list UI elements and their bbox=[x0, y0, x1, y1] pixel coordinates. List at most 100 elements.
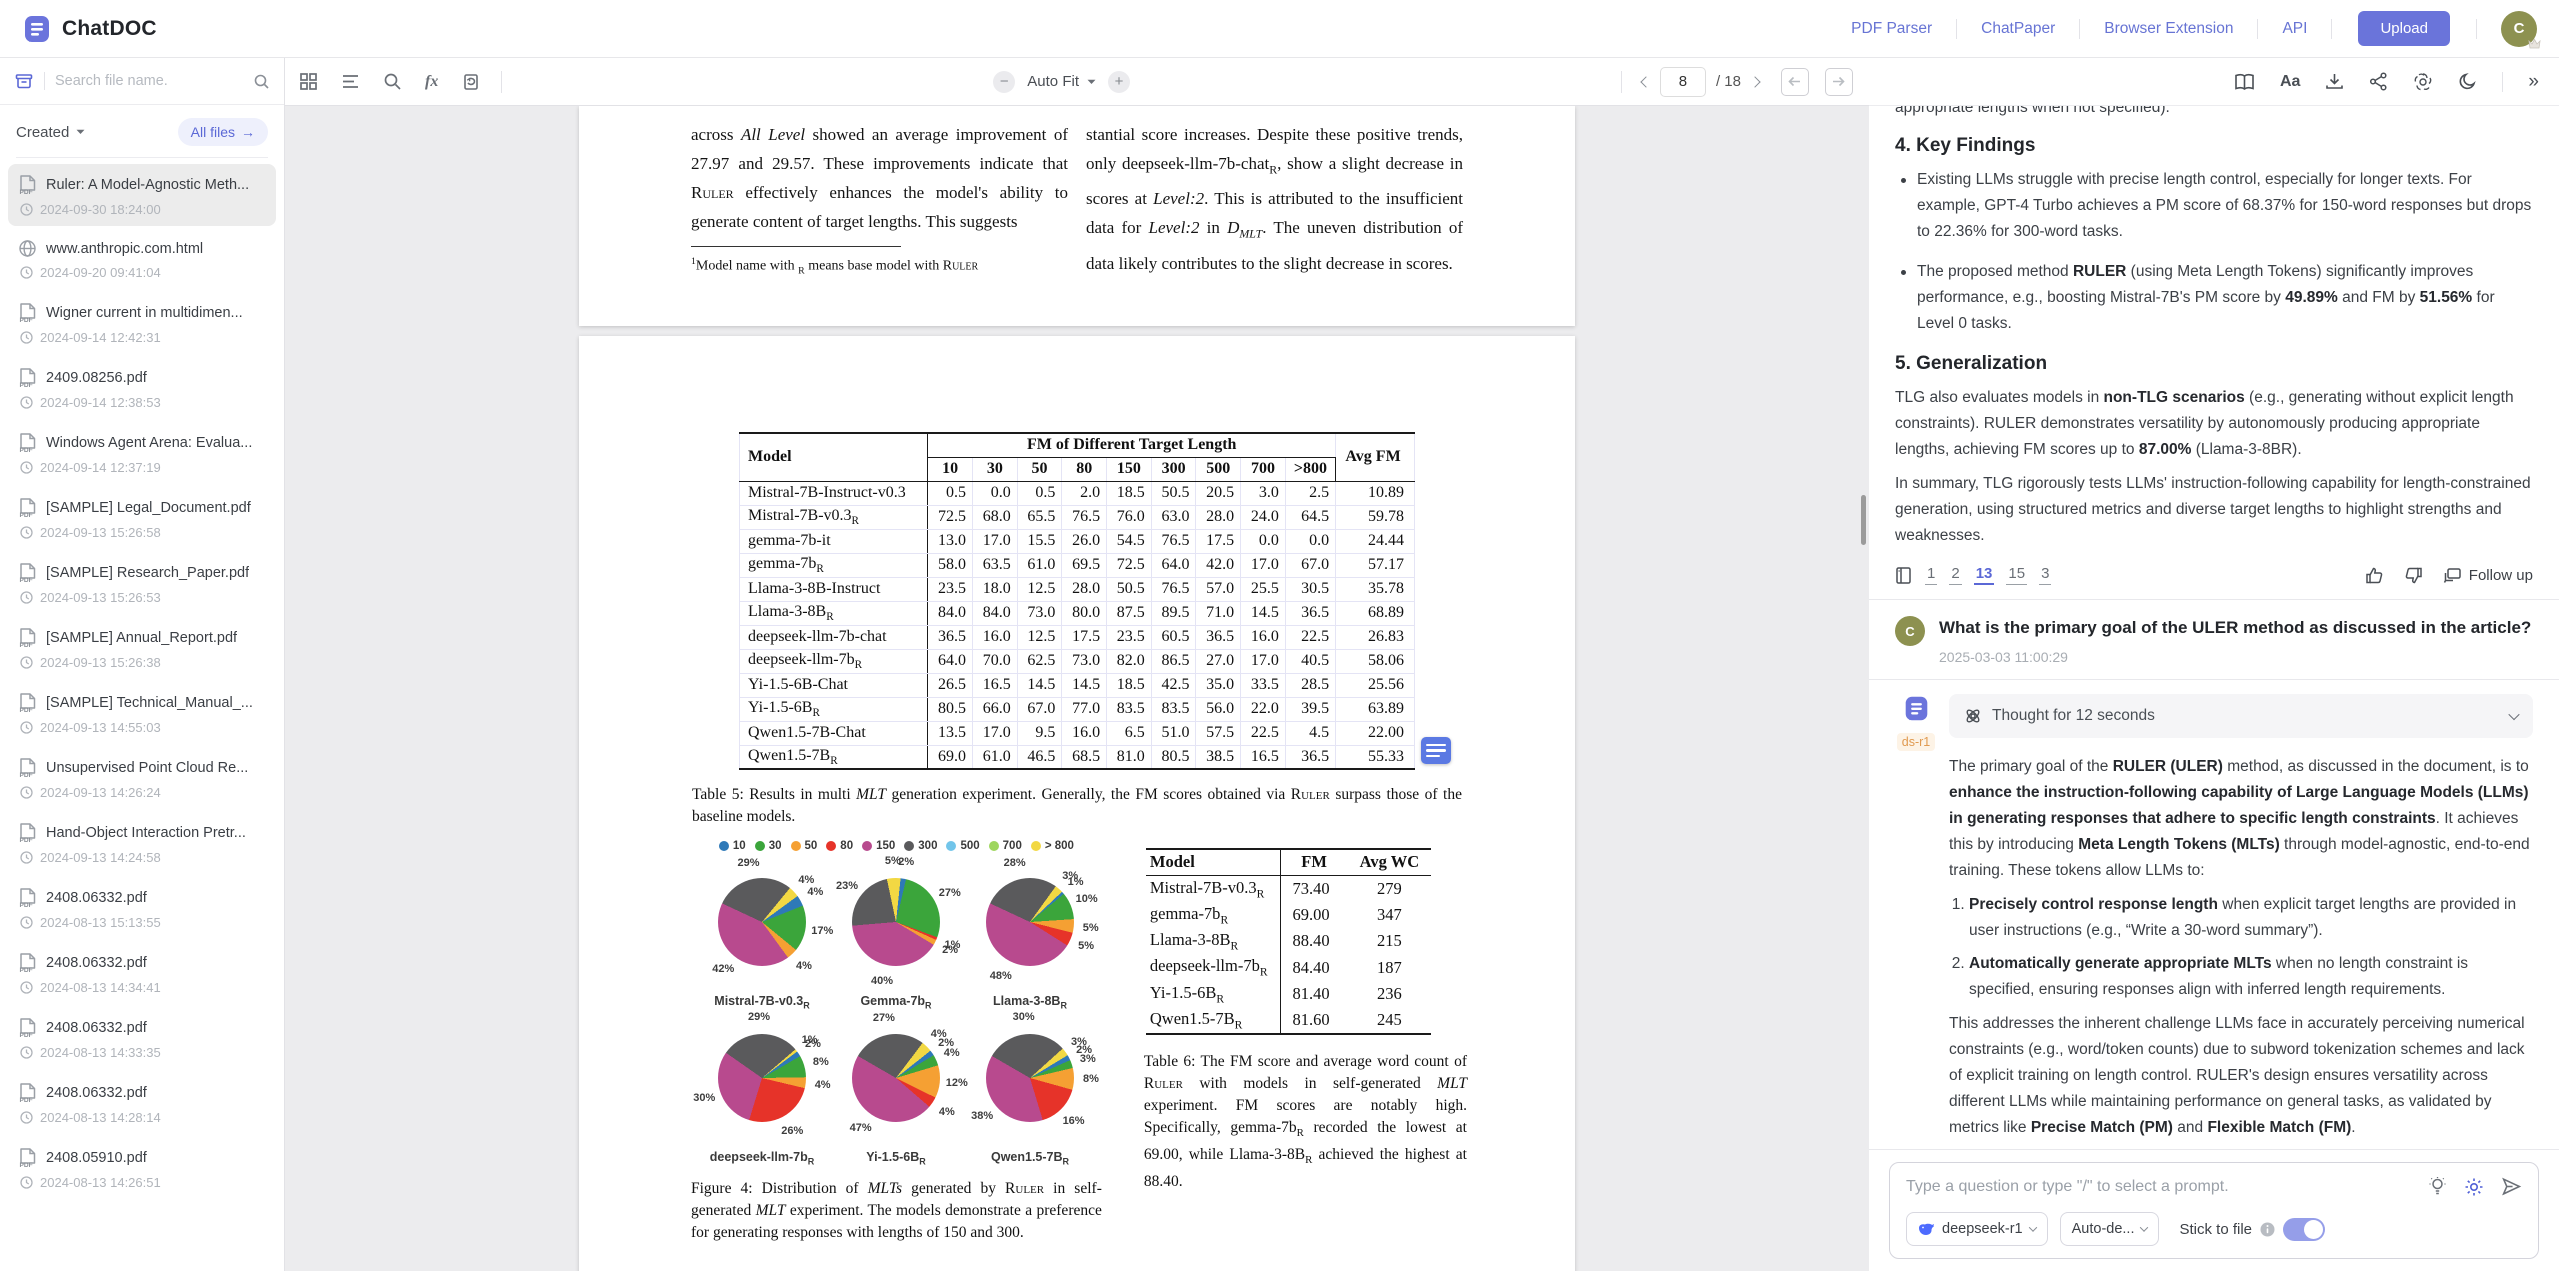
model-selector[interactable]: deepseek-r1 bbox=[1906, 1212, 2048, 1246]
zoom-controls: − Auto Fit + bbox=[993, 71, 1130, 93]
file-list-item[interactable]: PDF 2408.05910.pdf 2024-08-13 14:26:51 bbox=[8, 1137, 276, 1199]
results-table-5: ModelFM of Different Target LengthAvg FM… bbox=[739, 432, 1415, 770]
nav-link-browser-extension[interactable]: Browser Extension bbox=[2080, 20, 2257, 38]
file-date: 2024-09-13 14:24:58 bbox=[40, 850, 161, 865]
file-list-item[interactable]: PDF 2408.06332.pdf 2024-08-13 15:13:55 bbox=[8, 877, 276, 939]
file-date: 2024-08-13 15:13:55 bbox=[40, 915, 161, 930]
dark-mode-icon[interactable] bbox=[2458, 72, 2477, 91]
history-back-button[interactable] bbox=[1781, 68, 1809, 96]
file-name: Wigner current in multidimen... bbox=[46, 305, 243, 321]
search-input[interactable] bbox=[55, 73, 243, 89]
chatdoc-logo-icon bbox=[22, 14, 52, 44]
info-icon[interactable] bbox=[2260, 1222, 2275, 1237]
file-list-item[interactable]: PDF Hand-Object Interaction Pretr... 202… bbox=[8, 812, 276, 874]
outline-icon[interactable] bbox=[341, 72, 360, 91]
file-date: 2024-08-13 14:28:14 bbox=[40, 1110, 161, 1125]
zoom-level-label: Auto Fit bbox=[1027, 73, 1079, 90]
file-list-item[interactable]: PDF [SAMPLE] Annual_Report.pdf 2024-09-1… bbox=[8, 617, 276, 679]
follow-up-button[interactable]: Follow up bbox=[2443, 567, 2533, 584]
zoom-out-button[interactable]: − bbox=[993, 71, 1015, 93]
figure4-block: 10305080150300500700> 800 29%4%4%17%4%42… bbox=[691, 840, 1102, 1244]
page-ref-2[interactable]: 2 bbox=[1949, 565, 1961, 585]
download-icon[interactable] bbox=[2325, 72, 2344, 91]
model-name-label: deepseek-r1 bbox=[1942, 1221, 2023, 1237]
search-icon[interactable] bbox=[253, 73, 270, 90]
pdf-icon: PDF bbox=[18, 1147, 37, 1168]
sort-dropdown[interactable]: Created bbox=[16, 124, 85, 141]
all-files-button[interactable]: All files → bbox=[178, 118, 268, 146]
file-list-item[interactable]: PDF Windows Agent Arena: Evalua... 2024-… bbox=[8, 422, 276, 484]
thumbs-up-button[interactable] bbox=[2365, 566, 2384, 585]
file-name: 2409.08256.pdf bbox=[46, 370, 147, 386]
send-icon[interactable] bbox=[2501, 1176, 2522, 1197]
pie-chart-Yi-1.5-6B: 27%4%2%4%12%4%47%Yi-1.5-6BR bbox=[829, 1012, 963, 1168]
generalization-paragraph: TLG also evaluates models in non-TLG sce… bbox=[1895, 385, 2533, 463]
rotate-page-icon[interactable] bbox=[461, 72, 481, 91]
page-ref-3[interactable]: 3 bbox=[2039, 565, 2051, 585]
viewer-scrollbar-thumb[interactable] bbox=[1861, 495, 1866, 545]
zoom-level-dropdown[interactable]: Auto Fit bbox=[1027, 73, 1096, 90]
upload-button[interactable]: Upload bbox=[2358, 11, 2450, 46]
zoom-in-button[interactable]: + bbox=[1108, 71, 1130, 93]
page7-left-column: across All Level showed an average impro… bbox=[691, 120, 1068, 281]
thumbs-down-button[interactable] bbox=[2404, 566, 2423, 585]
next-page-icon[interactable] bbox=[1751, 78, 1759, 86]
legend-item: 80 bbox=[826, 840, 853, 852]
file-date: 2024-08-13 14:26:51 bbox=[40, 1175, 161, 1190]
file-list-item[interactable]: PDF 2408.06332.pdf 2024-08-13 14:34:41 bbox=[8, 942, 276, 1004]
file-list-item[interactable]: PDF 2409.08256.pdf 2024-09-14 12:38:53 bbox=[8, 357, 276, 419]
file-list-item[interactable]: PDF [SAMPLE] Legal_Document.pdf 2024-09-… bbox=[8, 487, 276, 549]
file-list: PDF Ruler: A Model-Agnostic Meth... 2024… bbox=[0, 164, 284, 1271]
chatdoc-brand[interactable]: ChatDOC bbox=[22, 14, 157, 44]
nav-link-pdf-parser[interactable]: PDF Parser bbox=[1827, 20, 1956, 38]
strategy-selector[interactable]: Auto-de... bbox=[2060, 1212, 2160, 1246]
search-document-icon[interactable] bbox=[383, 72, 402, 91]
thumbnails-icon[interactable] bbox=[299, 72, 318, 91]
file-list-item[interactable]: PDF [SAMPLE] Research_Paper.pdf 2024-09-… bbox=[8, 552, 276, 614]
file-list-item[interactable]: PDF www.anthropic.com.html 2024-09-20 09… bbox=[8, 229, 276, 289]
file-list-item[interactable]: PDF Ruler: A Model-Agnostic Meth... 2024… bbox=[8, 164, 276, 226]
page-ref-15[interactable]: 15 bbox=[2006, 565, 2027, 585]
file-list-item[interactable]: PDF 2408.06332.pdf 2024-08-13 14:33:35 bbox=[8, 1007, 276, 1069]
stick-to-file-toggle[interactable] bbox=[2283, 1218, 2325, 1241]
archive-box-icon[interactable] bbox=[14, 71, 34, 91]
thought-process-toggle[interactable]: Thought for 12 seconds bbox=[1949, 694, 2533, 738]
arrow-right-icon: → bbox=[241, 124, 255, 140]
nav-link-api[interactable]: API bbox=[2258, 20, 2331, 38]
clock-icon bbox=[20, 266, 33, 279]
share-icon[interactable] bbox=[2369, 72, 2388, 91]
file-list-item[interactable]: PDF Wigner current in multidimen... 2024… bbox=[8, 292, 276, 354]
formula-icon[interactable]: fx bbox=[425, 73, 438, 91]
nav-link-chatpaper[interactable]: ChatPaper bbox=[1957, 20, 2079, 38]
clock-icon bbox=[20, 1046, 33, 1059]
file-list-item[interactable]: PDF [SAMPLE] Technical_Manual_... 2024-0… bbox=[8, 682, 276, 744]
document-pages[interactable]: across All Level showed an average impro… bbox=[285, 106, 1869, 1271]
page-ref-13[interactable]: 13 bbox=[1974, 565, 1995, 585]
question-avatar: C bbox=[1895, 616, 1925, 646]
page-ref-1[interactable]: 1 bbox=[1925, 565, 1937, 585]
file-list-item[interactable]: PDF Unsupervised Point Cloud Re... 2024-… bbox=[8, 747, 276, 809]
font-size-icon[interactable]: Aa bbox=[2280, 73, 2300, 91]
file-name: [SAMPLE] Legal_Document.pdf bbox=[46, 500, 251, 516]
legend-item: 10 bbox=[719, 840, 746, 852]
history-forward-button[interactable] bbox=[1825, 68, 1853, 96]
search-divider bbox=[44, 72, 45, 90]
prompt-ideas-icon[interactable] bbox=[2428, 1176, 2447, 1197]
summary-book-icon[interactable] bbox=[2234, 73, 2255, 91]
svg-text:PDF: PDF bbox=[20, 902, 33, 908]
chat-table-marker-icon[interactable] bbox=[1421, 737, 1451, 764]
toolbar-divider bbox=[501, 71, 502, 93]
openai-icon[interactable] bbox=[2413, 72, 2433, 92]
pie-chart-Gemma-7b: 5%2%27%1%2%40%23%Gemma-7bR bbox=[829, 856, 963, 1012]
file-list-item[interactable]: PDF 2408.06332.pdf 2024-08-13 14:28:14 bbox=[8, 1072, 276, 1134]
table5-caption: Table 5: Results in multi MLT generation… bbox=[692, 784, 1462, 828]
prompt-settings-gear-icon[interactable] bbox=[2464, 1177, 2484, 1197]
file-date: 2024-08-13 14:33:35 bbox=[40, 1045, 161, 1060]
previous-page-icon[interactable] bbox=[1642, 78, 1650, 86]
collapse-panel-icon[interactable]: » bbox=[2528, 72, 2539, 91]
composer-placeholder[interactable]: Type a question or type "/" to select a … bbox=[1906, 1178, 2411, 1196]
page-number-input[interactable] bbox=[1660, 67, 1706, 97]
user-avatar[interactable]: C bbox=[2501, 11, 2537, 47]
svg-text:PDF: PDF bbox=[20, 837, 33, 843]
sort-label: Created bbox=[16, 124, 69, 141]
